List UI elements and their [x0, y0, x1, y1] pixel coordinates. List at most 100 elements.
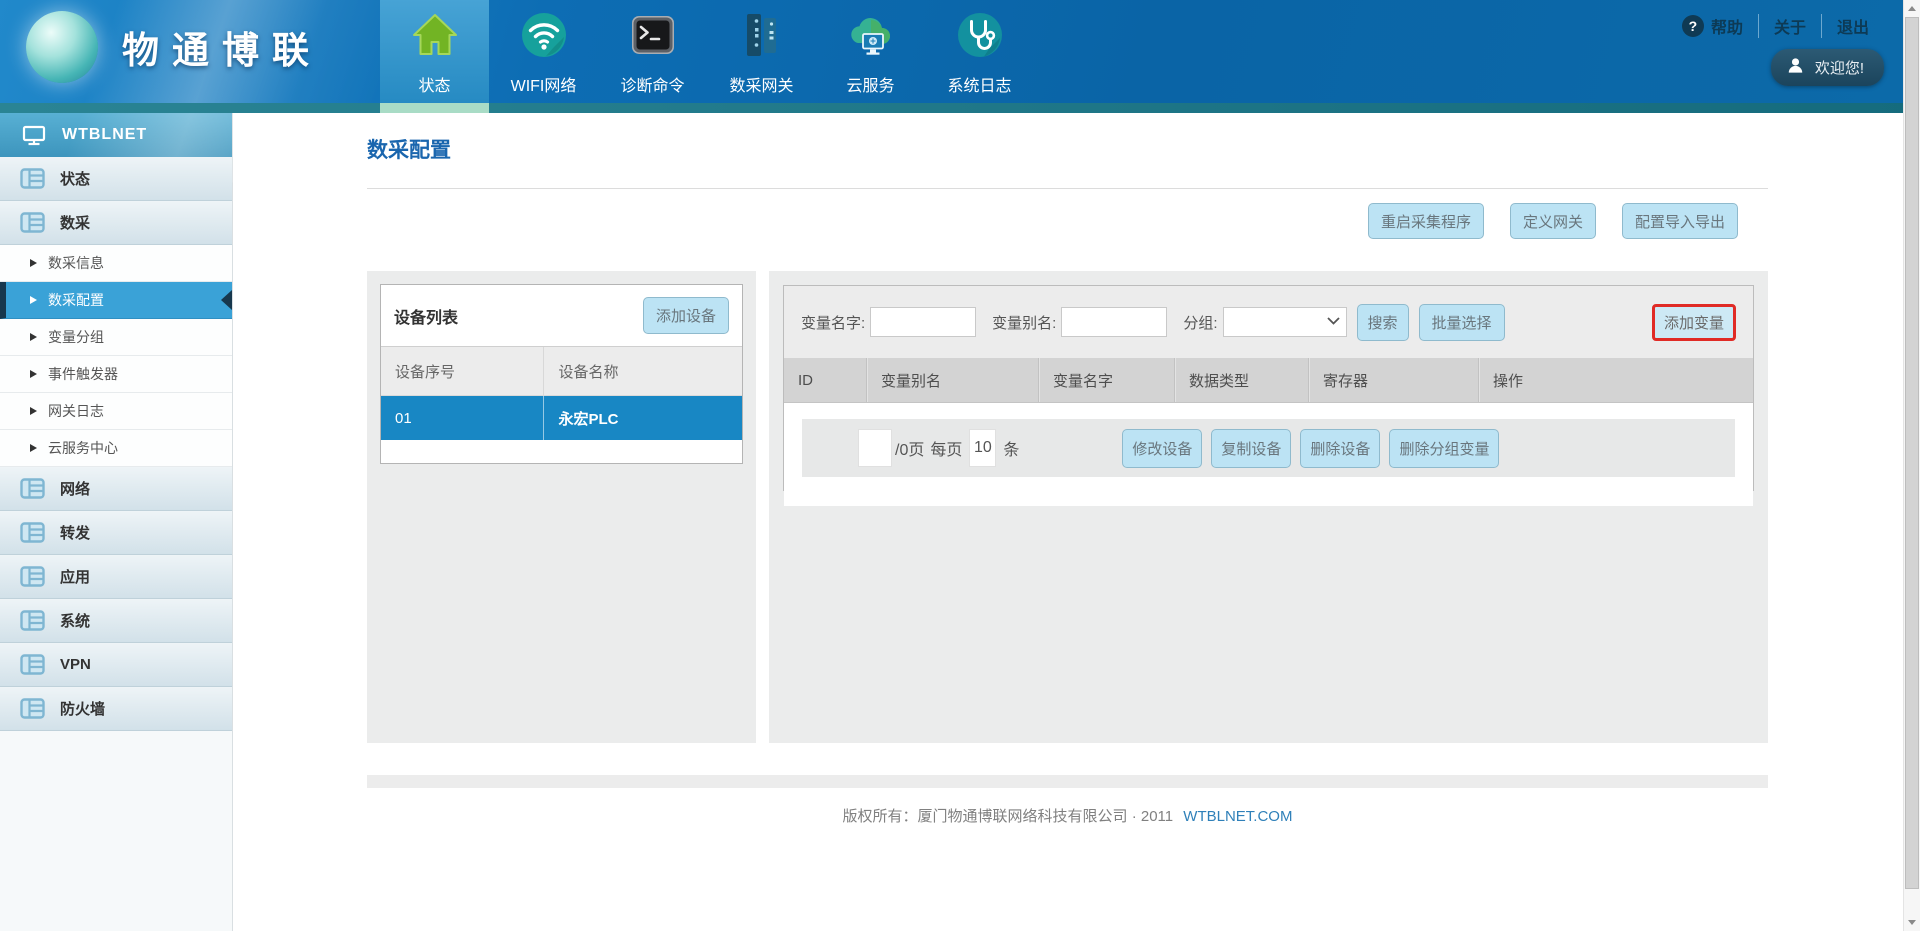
variables-panel: 变量名字: 变量别名: 分组: 搜索 批量选择 添加变量	[769, 271, 1768, 743]
sidebar-item-label: 变量分组	[48, 327, 104, 347]
welcome-badge[interactable]: 欢迎您!	[1771, 49, 1884, 86]
grid-icon	[20, 654, 45, 675]
define-gateway-button[interactable]: 定义网关	[1510, 203, 1596, 239]
sidebar-item-status[interactable]: 状态	[0, 157, 232, 201]
header-link-about[interactable]: 关于	[1758, 14, 1821, 38]
main-content: 数采配置 重启采集程序定义网关配置导入导出 设备列表 添加设备 设备序号设备名称…	[233, 113, 1920, 931]
top-header: 物通博联 状态WIFI网络诊断命令数采网关云服务系统日志 ?帮助关于退出 欢迎您…	[0, 0, 1920, 113]
vertical-scrollbar[interactable]	[1903, 0, 1920, 931]
device-action-buttons: 修改设备复制设备删除设备删除分组变量	[1122, 429, 1499, 468]
triangle-right-icon	[30, 333, 37, 341]
monitor-icon	[22, 125, 46, 146]
toolbar: 重启采集程序定义网关配置导入导出	[367, 203, 1768, 239]
sidebar-item-variable-group[interactable]: 变量分组	[0, 319, 232, 356]
terminal-icon	[627, 9, 679, 61]
sidebar-item-label: 转发	[60, 522, 90, 543]
sidebar-item-application[interactable]: 应用	[0, 555, 232, 599]
sidebar-title: WTBLNET	[62, 126, 147, 144]
footer-link[interactable]: WTBLNET.COM	[1183, 808, 1292, 825]
header-link-help[interactable]: ?帮助	[1667, 14, 1758, 38]
sidebar-item-forwarding[interactable]: 转发	[0, 511, 232, 555]
device-table-body: 01永宏PLC	[381, 396, 742, 440]
group-label: 分组:	[1183, 312, 1217, 333]
grid-icon	[20, 522, 45, 543]
add-variable-button[interactable]: 添加变量	[1652, 304, 1736, 341]
panels-container: 设备列表 添加设备 设备序号设备名称 01永宏PLC 变量名字: 变量别名:	[367, 271, 1768, 743]
scroll-up-arrow[interactable]	[1904, 0, 1920, 17]
sidebar-item-label: 事件触发器	[48, 364, 118, 384]
variables-column-header: 变量名字	[1038, 358, 1174, 402]
welcome-text: 欢迎您!	[1815, 57, 1864, 78]
device-list-panel: 设备列表 添加设备 设备序号设备名称 01永宏PLC	[367, 271, 756, 743]
header-link-logout[interactable]: 退出	[1821, 14, 1884, 38]
nav-tab-status[interactable]: 状态	[380, 0, 489, 113]
footer: 版权所有：厦门物通博联网络科技有限公司 · 2011 WTBLNET.COM	[367, 805, 1768, 826]
device-row[interactable]: 01永宏PLC	[381, 396, 742, 440]
var-name-label: 变量名字:	[801, 312, 865, 333]
sidebar-item-daq[interactable]: 数采	[0, 201, 232, 245]
var-name-input[interactable]	[870, 307, 976, 337]
grid-icon	[20, 212, 45, 233]
nav-tab-label: 诊断命令	[620, 72, 684, 96]
device-card-header: 设备列表 添加设备	[381, 285, 742, 346]
variables-table-body: /0页 每页 条 修改设备复制设备删除设备删除分组变量	[784, 419, 1753, 506]
scroll-down-arrow[interactable]	[1904, 914, 1920, 931]
variables-column-header: ID	[784, 358, 866, 402]
nav-tab-cloud-service[interactable]: 云服务	[816, 0, 925, 113]
server-icon	[736, 9, 788, 61]
delete-device-button[interactable]: 删除设备	[1300, 429, 1380, 468]
modify-device-button[interactable]: 修改设备	[1122, 429, 1202, 468]
add-device-button[interactable]: 添加设备	[643, 297, 729, 334]
sidebar-item-label: 数采信息	[48, 253, 104, 273]
sidebar-item-label: VPN	[60, 656, 91, 673]
batch-select-button[interactable]: 批量选择	[1419, 304, 1505, 341]
sidebar-item-vpn[interactable]: VPN	[0, 643, 232, 687]
copy-device-button[interactable]: 复制设备	[1211, 429, 1291, 468]
search-button[interactable]: 搜索	[1357, 304, 1409, 341]
sidebar-item-cloud-service-center[interactable]: 云服务中心	[0, 430, 232, 467]
stethoscope-icon	[954, 9, 1006, 61]
device-list-card: 设备列表 添加设备 设备序号设备名称 01永宏PLC	[380, 284, 743, 464]
footer-divider	[367, 775, 1768, 788]
sidebar-menu: 状态数采数采信息数采配置变量分组事件触发器网关日志云服务中心网络转发应用系统 VP…	[0, 157, 232, 731]
per-page-unit: 条	[1003, 436, 1019, 460]
per-page-input[interactable]	[969, 429, 996, 467]
device-list-title: 设备列表	[394, 304, 458, 328]
var-alias-label: 变量别名:	[992, 312, 1056, 333]
home-icon	[409, 9, 461, 61]
nav-tab-label: 数采网关	[729, 72, 793, 96]
device-column-header: 设备序号	[381, 361, 543, 382]
restart-collector-button[interactable]: 重启采集程序	[1368, 203, 1484, 239]
nav-tab-wifi-network[interactable]: WIFI网络	[489, 0, 598, 113]
sidebar-item-daq-config[interactable]: 数采配置	[0, 282, 232, 319]
sidebar: WTBLNET 状态数采数采信息数采配置变量分组事件触发器网关日志云服务中心网络…	[0, 113, 233, 931]
sidebar-item-gateway-log[interactable]: 网关日志	[0, 393, 232, 430]
nav-tab-diagnostic-command[interactable]: 诊断命令	[598, 0, 707, 113]
sidebar-item-label: 云服务中心	[48, 438, 118, 458]
group-select[interactable]	[1223, 307, 1347, 337]
sidebar-item-network[interactable]: 网络	[0, 467, 232, 511]
config-import-export-button[interactable]: 配置导入导出	[1622, 203, 1738, 239]
scrollbar-thumb[interactable]	[1905, 17, 1919, 889]
page-count-text: /0页	[895, 436, 924, 460]
sidebar-item-label: 应用	[60, 566, 90, 587]
sidebar-item-system[interactable]: 系统	[0, 599, 232, 643]
nav-tab-label: WIFI网络	[511, 72, 577, 96]
delete-group-variables-button[interactable]: 删除分组变量	[1389, 429, 1499, 468]
grid-icon	[20, 698, 45, 719]
grid-icon	[20, 478, 45, 499]
sidebar-item-daq-info[interactable]: 数采信息	[0, 245, 232, 282]
nav-tab-daq-gateway[interactable]: 数采网关	[707, 0, 816, 113]
page-number-input[interactable]	[858, 429, 892, 467]
sidebar-item-event-trigger[interactable]: 事件触发器	[0, 356, 232, 393]
cloud-icon	[845, 9, 897, 61]
variables-table-header: ID变量别名变量名字数据类型寄存器操作	[784, 358, 1753, 403]
variables-column-header: 寄存器	[1308, 358, 1478, 402]
triangle-right-icon	[30, 296, 37, 304]
sidebar-item-firewall[interactable]: 防火墙	[0, 687, 232, 731]
sidebar-item-label: 数采	[60, 212, 90, 233]
wifi-icon	[518, 9, 570, 61]
var-alias-input[interactable]	[1061, 307, 1167, 337]
top-nav: 状态 WIFI网络 诊断命令 数采网关云服务系统日志	[380, 0, 1034, 113]
nav-tab-system-log[interactable]: 系统日志	[925, 0, 1034, 113]
